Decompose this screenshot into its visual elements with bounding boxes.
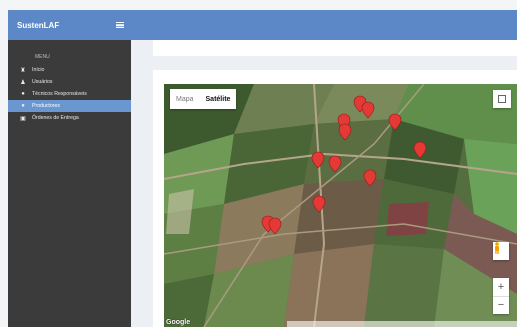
zoom-in-button[interactable]: +: [493, 278, 509, 297]
sidebar-item-tecnicos[interactable]: ● Técnicos Responsáveis: [8, 88, 131, 100]
sidebar-item-label: Usuários: [32, 79, 53, 85]
location-marker-icon: [338, 123, 352, 141]
map-type-satelite[interactable]: Satélite: [200, 89, 237, 109]
location-marker-icon: [268, 217, 282, 235]
street-view-pegman[interactable]: [493, 242, 509, 260]
sidebar-item-label: Órdenes de Entrega: [32, 115, 79, 121]
google-logo: Google: [166, 319, 191, 326]
brand-title: SustenLAF: [17, 20, 60, 30]
menu-label: MENU: [35, 54, 50, 60]
zoom-control: + −: [493, 278, 509, 314]
location-marker-icon: [312, 195, 326, 213]
sidebar: SustenLAF MENU ♜ Início ♟ Usuários ● Téc…: [8, 10, 131, 327]
cart-icon: ▣: [20, 115, 26, 122]
location-marker-icon: [361, 101, 375, 119]
satellite-map[interactable]: Mapa Satélite + − Google: [164, 84, 517, 327]
sidebar-item-usuarios[interactable]: ♟ Usuários: [8, 76, 131, 88]
sidebar-item-label: Productores: [32, 103, 60, 109]
location-marker-icon: [328, 155, 342, 173]
location-marker-icon: [363, 169, 377, 187]
header-card: [153, 40, 517, 56]
sidebar-item-ordenes[interactable]: ▣ Órdenes de Entrega: [8, 112, 131, 124]
location-marker-icon: [388, 113, 402, 131]
users-icon: ♟: [20, 79, 26, 86]
sidebar-item-productores[interactable]: ● Productores: [8, 100, 131, 112]
sidebar-item-label: Início: [32, 67, 45, 73]
user-icon: ●: [21, 91, 25, 97]
top-navbar: [131, 10, 517, 40]
brand-header: SustenLAF: [8, 10, 131, 40]
map-type-mapa[interactable]: Mapa: [170, 89, 200, 109]
zoom-out-button[interactable]: −: [493, 297, 509, 315]
fullscreen-button[interactable]: [493, 90, 511, 108]
map-type-toggle: Mapa Satélite: [170, 89, 237, 109]
home-icon: ♜: [20, 67, 26, 74]
map-attribution: [287, 321, 517, 327]
hamburger-icon[interactable]: [116, 22, 124, 28]
location-marker-icon: [413, 141, 427, 159]
fullscreen-icon: [498, 95, 506, 103]
sidebar-item-label: Técnicos Responsáveis: [32, 91, 87, 97]
sidebar-nav: ♜ Início ♟ Usuários ● Técnicos Responsáv…: [8, 64, 131, 124]
person-icon: ●: [21, 103, 25, 109]
pegman-icon: [495, 242, 499, 254]
sidebar-item-inicio[interactable]: ♜ Início: [8, 64, 131, 76]
marker-layer: [261, 95, 427, 235]
location-marker-icon: [311, 151, 325, 169]
